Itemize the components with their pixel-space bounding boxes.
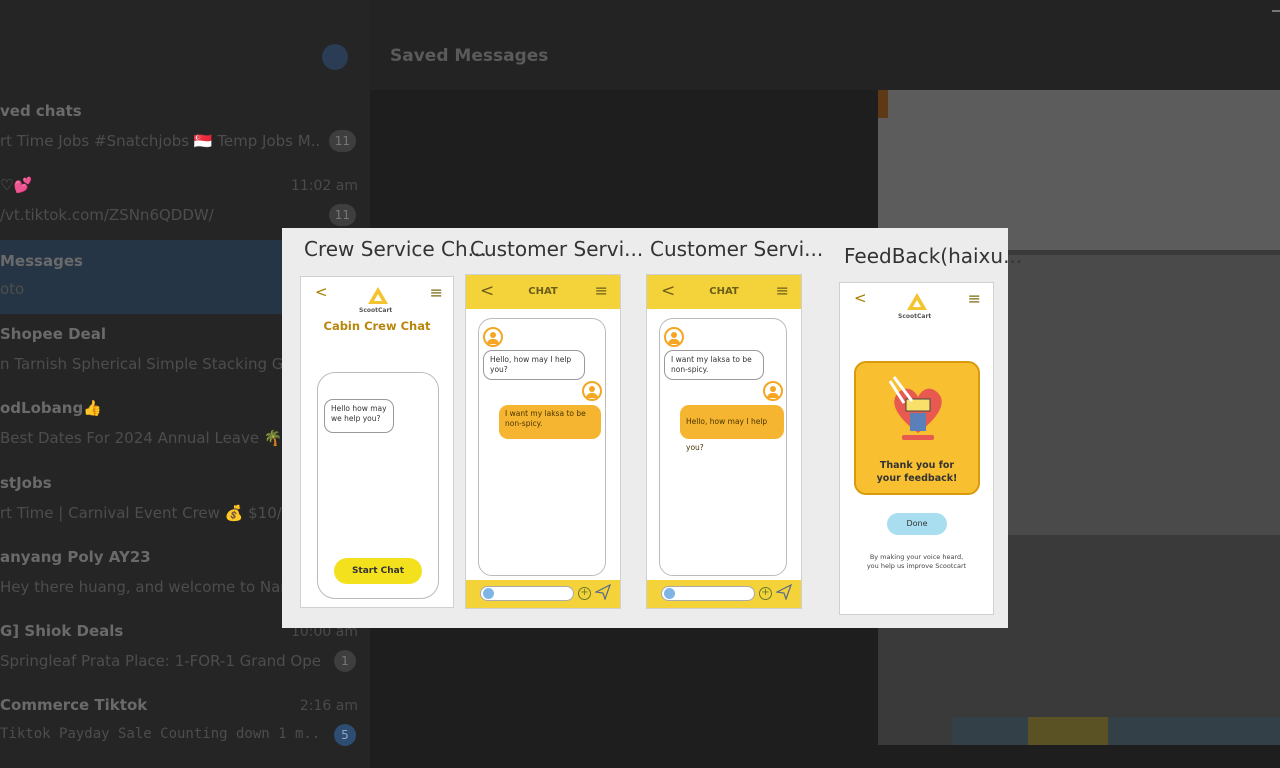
- chat-preview: Springleaf Prata Place: 1-FOR-1 Grand Op…: [0, 652, 320, 670]
- photo-region: [878, 90, 1280, 250]
- chat-preview: oto: [0, 280, 25, 298]
- photo-region: [1028, 717, 1108, 745]
- agent-avatar-icon: [483, 327, 503, 347]
- customer-service-screen: < CHAT ≡ Hello, how may I help you? I wa…: [465, 274, 621, 609]
- chat-item[interactable]: Commerce Tiktok 2:16 am Tiktok Payday Sa…: [0, 696, 370, 768]
- chat-app-header: < CHAT ≡: [466, 275, 620, 309]
- back-icon[interactable]: <: [854, 289, 867, 307]
- screen-title: Crew Service Ch...: [304, 237, 487, 261]
- chat-header: Saved Messages: [370, 0, 1280, 90]
- emoji-icon[interactable]: [664, 588, 675, 599]
- chat-window: Hello how may we help you? Start Chat: [317, 372, 439, 599]
- chat-window: Hello, how may I help you? I want my lak…: [478, 318, 606, 576]
- chat-preview: n Tarnish Spherical Simple Stacking Go: [0, 355, 293, 373]
- photo-region: [952, 717, 1280, 745]
- unread-badge: 11: [328, 204, 356, 226]
- message-input-bar: +: [647, 580, 801, 608]
- outgoing-message: I want my laksa to be non-spicy.: [499, 405, 601, 439]
- account-avatar[interactable]: [322, 44, 348, 70]
- crew-chat-screen: < ≡ ScootCart Cabin Crew Chat Hello how …: [300, 276, 454, 608]
- thank-you-card: Thank you for your feedback!: [854, 361, 980, 495]
- chat-title: Saved Messages: [390, 46, 549, 66]
- feedback-screen: < ≡ ScootCart Thank you for your feedbac…: [839, 282, 994, 615]
- photo-edge: [878, 90, 888, 118]
- outgoing-message: Hello, how may I help you?: [680, 405, 784, 452]
- chat-preview: rt Time Jobs #Snatchjobs 🇸🇬 Temp Jobs M.…: [0, 132, 320, 150]
- agent-avatar-icon: [664, 327, 684, 347]
- send-icon[interactable]: [595, 584, 611, 600]
- done-button[interactable]: Done: [887, 513, 947, 535]
- cabin-crew-heading: Cabin Crew Chat: [323, 319, 431, 333]
- emoji-icon[interactable]: [483, 588, 494, 599]
- feedback-illustration-icon: [888, 376, 942, 440]
- chat-preview: /vt.tiktok.com/ZSNn6QDDW/: [0, 206, 214, 224]
- search-input[interactable]: [0, 40, 300, 74]
- message-input[interactable]: [480, 586, 574, 601]
- thank-you-message: Thank you for your feedback!: [876, 460, 958, 484]
- incoming-message: Hello, how may I help you?: [483, 350, 585, 380]
- message-input[interactable]: [661, 586, 755, 601]
- chat-preview: Tiktok Payday Sale Counting down 1 m...: [0, 726, 320, 742]
- chat-item[interactable]: G] Shiok Deals 10:00 am Springleaf Prata…: [0, 622, 370, 696]
- menu-icon[interactable]: ≡: [968, 289, 981, 308]
- unread-badge: 1: [334, 650, 356, 672]
- chat-name: anyang Poly AY23: [0, 548, 151, 566]
- chat-time: 11:02 am: [290, 178, 358, 194]
- screen-title: Customer Servi...: [650, 237, 824, 261]
- chat-name: Shopee Deal: [0, 325, 106, 343]
- chat-window: I want my laksa to be non-spicy. Hello, …: [659, 318, 787, 576]
- chat-time: 2:16 am: [299, 698, 358, 714]
- message-bubble: Hello how may we help you?: [324, 399, 394, 433]
- unread-badge: 11: [328, 130, 356, 152]
- screen-title: FeedBack(haixu...: [844, 244, 1023, 268]
- logo-text: ScootCart: [359, 307, 393, 314]
- send-icon[interactable]: [776, 584, 792, 600]
- unread-badge: 5: [334, 724, 356, 746]
- plus-icon[interactable]: +: [578, 587, 591, 600]
- incoming-message: I want my laksa to be non-spicy.: [664, 350, 764, 380]
- chat-preview: Hey there huang, and welcome to Nan: [0, 578, 290, 596]
- media-viewer-image[interactable]: Crew Service Ch... < ≡ ScootCart Cabin C…: [282, 228, 1022, 628]
- scootcart-logo-icon: [907, 293, 927, 310]
- chat-item[interactable]: ved chats rt Time Jobs #Snatchjobs 🇸🇬 Te…: [0, 102, 370, 176]
- customer-service-screen: < CHAT ≡ I want my laksa to be non-spicy…: [646, 274, 802, 609]
- message-input-bar: +: [466, 580, 620, 608]
- photo-region: [1008, 255, 1280, 535]
- scootcart-logo-icon: [368, 287, 388, 304]
- search-bar[interactable]: [0, 40, 360, 74]
- back-icon: <: [315, 283, 328, 301]
- menu-icon: ≡: [429, 283, 443, 302]
- logo-text: ScootCart: [898, 313, 932, 320]
- chat-app-header: < CHAT ≡: [647, 275, 801, 309]
- chat-name: Messages: [0, 252, 83, 270]
- menu-icon[interactable]: ≡: [776, 281, 789, 300]
- user-avatar-icon: [763, 381, 783, 401]
- menu-icon[interactable]: ≡: [595, 281, 608, 300]
- feedback-footer-text: By making your voice heard, you help us …: [866, 553, 967, 570]
- chat-preview: rt Time | Carnival Event Crew 💰 $10/: [0, 504, 282, 522]
- close-icon[interactable]: [1272, 10, 1280, 12]
- plus-icon[interactable]: +: [759, 587, 772, 600]
- chat-name: odLobang👍: [0, 399, 102, 417]
- start-chat-button[interactable]: Start Chat: [334, 558, 422, 584]
- chat-preview: Best Dates For 2024 Annual Leave 🌴: [0, 429, 283, 447]
- chat-name: ♡💕: [0, 176, 33, 194]
- user-avatar-icon: [582, 381, 602, 401]
- screen-title: Customer Servi...: [470, 237, 644, 261]
- chat-name: Commerce Tiktok: [0, 696, 148, 714]
- chat-name: G] Shiok Deals: [0, 622, 124, 640]
- chat-name: stJobs: [0, 474, 52, 492]
- chat-name: ved chats: [0, 102, 82, 120]
